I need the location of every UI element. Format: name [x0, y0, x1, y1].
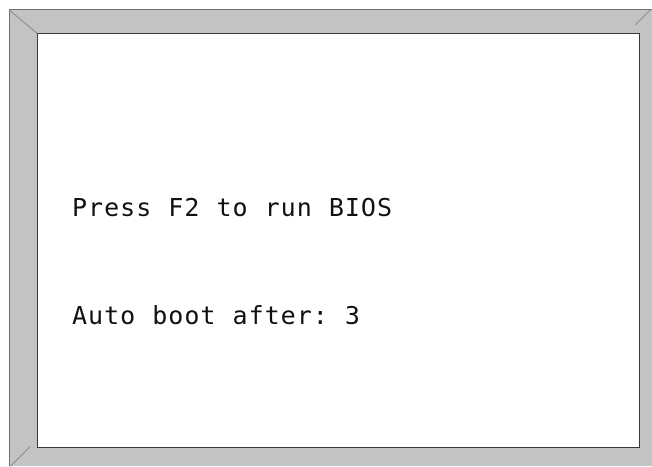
bios-text-block: Press F2 to run BIOS Auto boot after: 3 [72, 118, 393, 406]
bezel-corner-top-left [9, 10, 38, 34]
bios-screen: Press F2 to run BIOS Auto boot after: 3 [37, 33, 640, 448]
monitor-bezel: Press F2 to run BIOS Auto boot after: 3 [9, 9, 652, 467]
bios-prompt-line: Press F2 to run BIOS [72, 193, 394, 222]
bezel-corner-top-right [634, 9, 651, 26]
auto-boot-countdown: Auto boot after: 3 [72, 301, 361, 330]
bezel-corner-bottom-left [10, 446, 31, 467]
